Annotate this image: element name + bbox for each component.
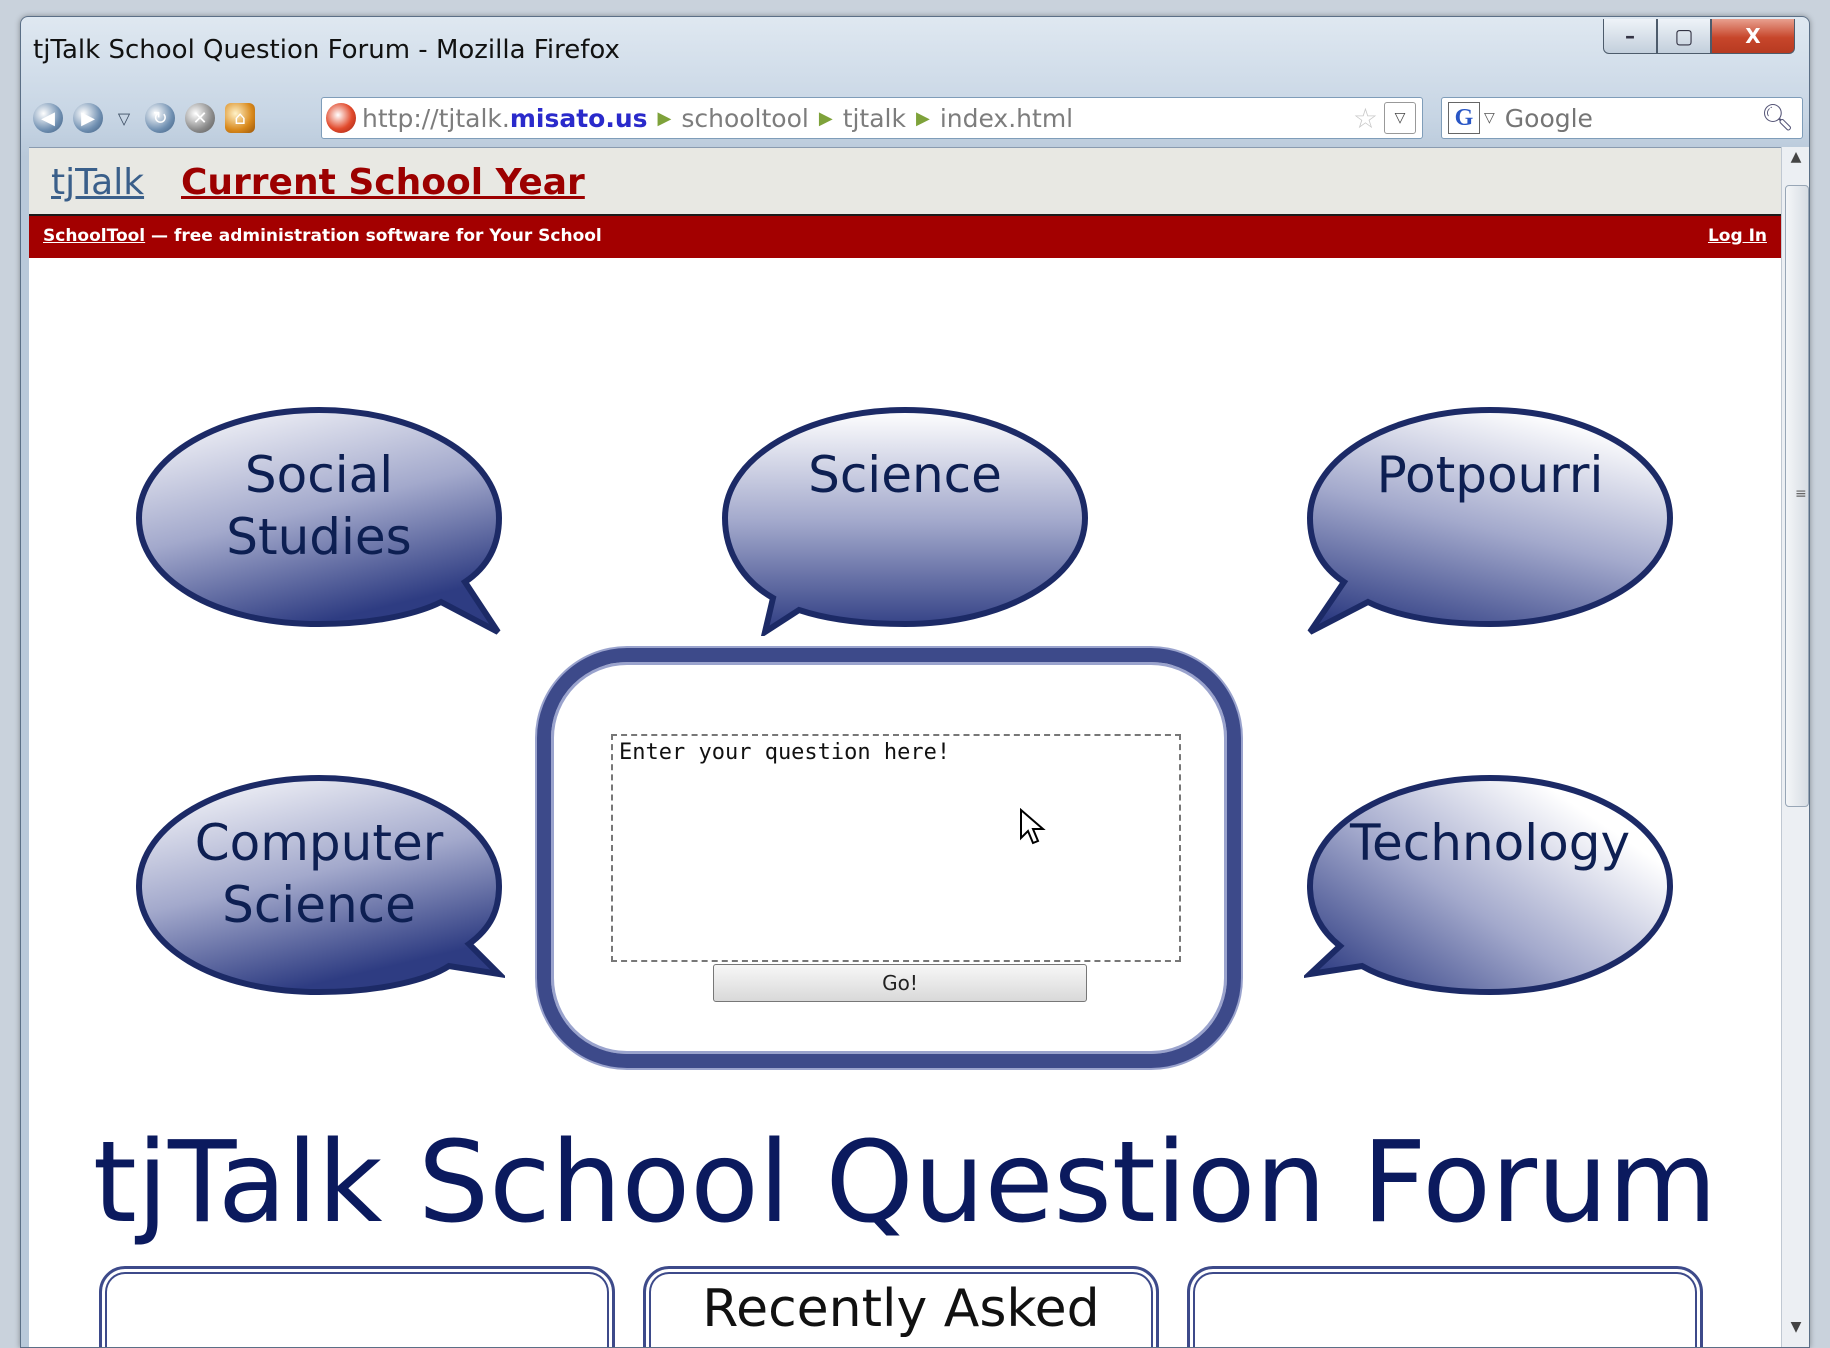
grip-icon: ≡ [1795, 486, 1807, 502]
reload-icon[interactable]: ↻ [145, 103, 175, 133]
school-header: tjTalk Current School Year [29, 148, 1781, 214]
page-title: tjTalk School Question Forum [92, 1118, 1718, 1248]
crumb-arrow-icon: ▶ [657, 107, 672, 129]
bubble-potpourri[interactable]: Potpourri [1304, 406, 1676, 636]
bubble-label: Science [808, 446, 1002, 504]
question-box: Enter your question here! Go! [537, 648, 1241, 1068]
search-bar: G ▽ 🔍︎ [1441, 97, 1803, 139]
url-crumb[interactable]: tjtalk [843, 104, 906, 133]
bubble-label: Studies [226, 508, 412, 566]
nav-buttons: ◀ ▶ ▽ ↻ ✕ ⌂ [33, 103, 255, 133]
speech-bubble-icon [1304, 774, 1674, 996]
crumb-arrow-icon: ▶ [818, 107, 833, 129]
url-crumb[interactable]: schooltool [681, 104, 809, 133]
back-icon[interactable]: ◀ [33, 103, 63, 133]
google-engine-icon[interactable]: G [1448, 102, 1480, 134]
browser-window: tjTalk School Question Forum - Mozilla F… [20, 16, 1810, 1348]
scroll-thumb[interactable]: ≡ [1785, 185, 1809, 807]
vertical-scrollbar[interactable]: ▲ ≡ ▼ [1781, 147, 1809, 1347]
bubble-social-studies[interactable]: Social Studies [133, 406, 505, 636]
forward-icon[interactable]: ▶ [73, 103, 103, 133]
stop-icon[interactable]: ✕ [185, 103, 215, 133]
bubble-label: Social [244, 446, 394, 504]
speech-bubble-icon [721, 406, 1089, 636]
history-dropdown-icon[interactable]: ▽ [113, 103, 135, 133]
window-controls: – ▢ X [1603, 19, 1795, 54]
banner-text: SchoolTool — free administration softwar… [43, 226, 602, 246]
home-icon[interactable]: ⌂ [225, 103, 255, 133]
url-crumb[interactable]: index.html [940, 104, 1073, 133]
maximize-button[interactable]: ▢ [1657, 19, 1711, 54]
engine-dropdown-icon[interactable]: ▽ [1484, 110, 1495, 126]
current-school-year-link[interactable]: Current School Year [181, 162, 585, 203]
bubble-label: Science [222, 876, 416, 934]
url-host: http://tjtalk.misato.us [362, 104, 648, 133]
url-dropdown-icon[interactable]: ▽ [1384, 102, 1416, 134]
login-link[interactable]: Log In [1708, 226, 1767, 246]
site-favicon-icon [326, 103, 356, 133]
title-bar[interactable]: tjTalk School Question Forum - Mozilla F… [21, 17, 1809, 83]
brand-link[interactable]: tjTalk [51, 162, 144, 203]
panel-title: Recently Asked [702, 1279, 1100, 1339]
bubble-science[interactable]: Science [719, 406, 1091, 636]
mouse-cursor-icon [1020, 808, 1046, 845]
bubble-label: Computer [194, 814, 444, 872]
window-title: tjTalk School Question Forum - Mozilla F… [33, 35, 620, 65]
bubble-label: Potpourri [1376, 446, 1604, 504]
url-bar[interactable]: http://tjtalk.misato.us ▶ schooltool ▶ t… [321, 97, 1423, 139]
bookmark-star-icon[interactable]: ☆ [1353, 102, 1378, 135]
schooltool-link[interactable]: SchoolTool [43, 226, 145, 246]
close-button[interactable]: X [1711, 19, 1795, 54]
bubble-label: Technology [1349, 814, 1631, 872]
bubble-computer-science[interactable]: Computer Science [133, 774, 505, 1004]
scroll-down-icon[interactable]: ▼ [1782, 1319, 1809, 1345]
schooltool-banner: SchoolTool — free administration softwar… [29, 214, 1781, 258]
minimize-button[interactable]: – [1603, 19, 1657, 54]
banner-tagline: — free administration software for Your … [145, 226, 602, 246]
panel-left [99, 1266, 615, 1347]
scroll-up-icon[interactable]: ▲ [1782, 149, 1809, 175]
panel-right [1187, 1266, 1703, 1347]
url-domain: misato.us [509, 103, 648, 133]
bubble-technology[interactable]: Technology [1304, 774, 1676, 1004]
crumb-arrow-icon: ▶ [915, 107, 930, 129]
panel-recently-asked: Recently Asked [643, 1266, 1159, 1347]
question-textarea[interactable]: Enter your question here! [611, 734, 1181, 962]
page-content: tjTalk Current School Year SchoolTool — … [29, 147, 1781, 1347]
search-input[interactable] [1502, 102, 1757, 134]
search-icon[interactable]: 🔍︎ [1761, 103, 1794, 133]
speech-bubble-icon [1306, 406, 1674, 635]
url-prefix: http://tjtalk. [362, 103, 510, 133]
go-button[interactable]: Go! [713, 964, 1087, 1002]
navigation-toolbar: ◀ ▶ ▽ ↻ ✕ ⌂ http://tjtalk.misato.us ▶ sc… [21, 89, 1809, 145]
